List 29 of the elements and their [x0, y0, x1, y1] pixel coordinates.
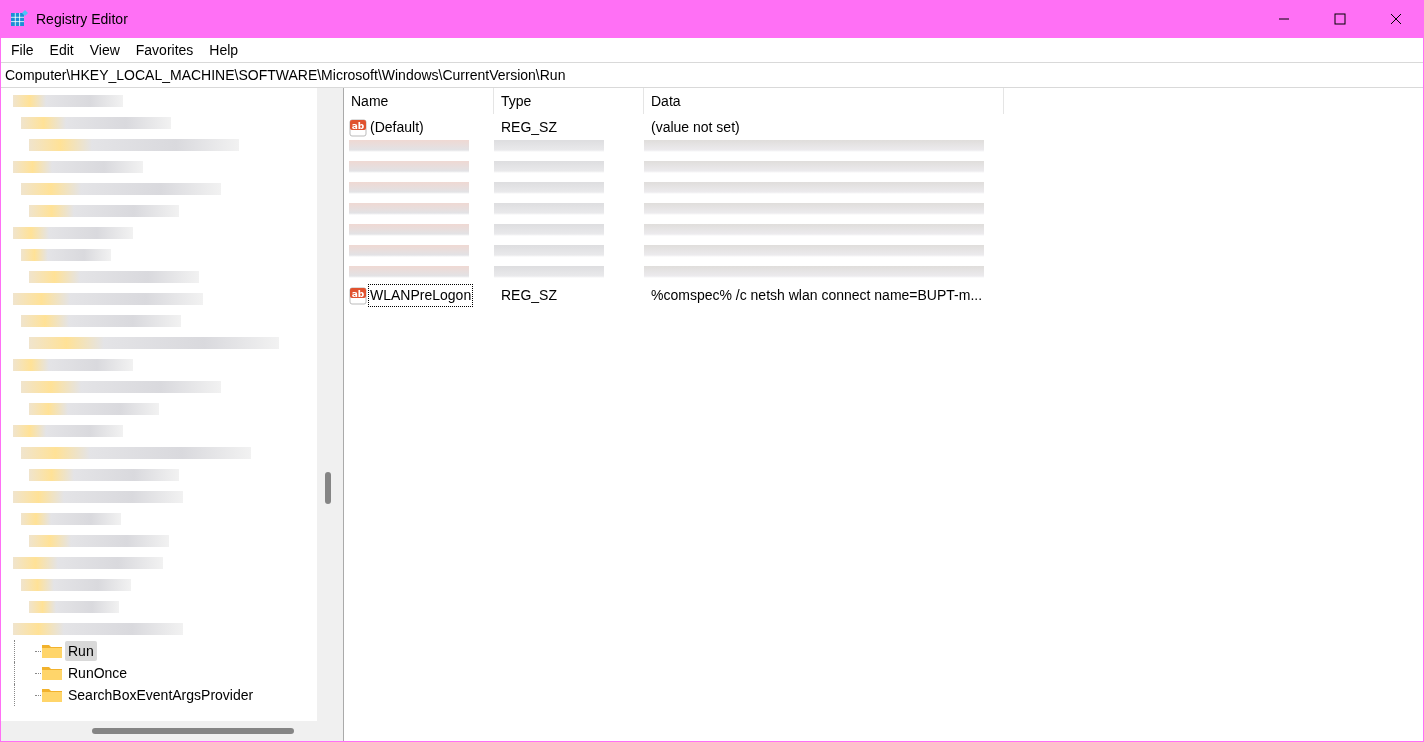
value-name[interactable]: (Default) — [369, 117, 425, 138]
address-bar[interactable]: Computer\HKEY_LOCAL_MACHINE\SOFTWARE\Microsoft\Windows\CurrentVersion\Run — [1, 62, 1423, 88]
close-icon — [1390, 13, 1402, 25]
table-cell-text: (value not set) — [650, 118, 741, 137]
tree-item[interactable]: SearchBoxEventArgsProvider — [65, 685, 257, 705]
table-cell-text: REG_SZ — [500, 118, 558, 137]
string-value-icon: ab — [349, 118, 367, 137]
folder-icon — [41, 643, 63, 659]
tree-item[interactable]: RunOnce — [65, 663, 131, 683]
string-value-icon: ab — [349, 286, 367, 305]
maximize-icon — [1334, 13, 1346, 25]
folder-icon — [41, 665, 63, 681]
tree-item[interactable]: Run — [65, 641, 97, 661]
scrollbar-thumb[interactable] — [92, 728, 294, 734]
window-title: Registry Editor — [36, 9, 128, 29]
folder-icon — [41, 687, 63, 703]
table-cell-text: %comspec% /c netsh wlan connect name=BUPT-m... — [650, 286, 984, 305]
menu-item[interactable]: Edit — [41, 38, 82, 62]
menu-item[interactable]: Favorites — [127, 38, 202, 62]
value-name[interactable]: WLANPreLogon — [369, 285, 473, 306]
scrollbar-thumb[interactable] — [324, 471, 331, 504]
column-header[interactable]: Type — [494, 88, 644, 114]
table-cell-text: REG_SZ — [500, 286, 558, 305]
menu-item[interactable]: File — [3, 38, 42, 62]
menu-item[interactable]: View — [81, 38, 128, 62]
column-header[interactable]: Data — [644, 88, 1004, 114]
menu-item[interactable]: Help — [201, 38, 247, 62]
registry-grid-icon — [10, 10, 28, 28]
column-header[interactable]: Name — [344, 88, 494, 114]
